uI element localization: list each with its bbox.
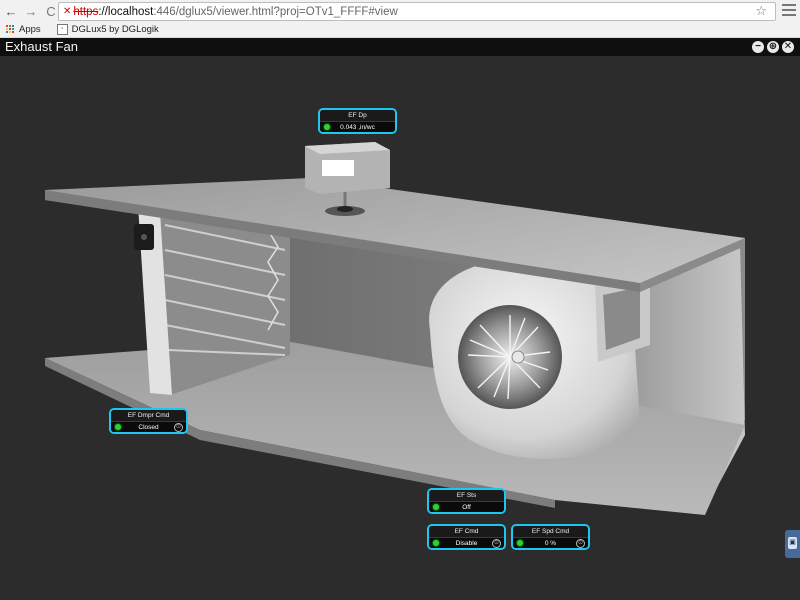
maximize-button[interactable]: ⊕	[767, 41, 779, 53]
widget-title: EF Dp	[320, 110, 395, 122]
ef-dmpr-cmd-widget[interactable]: EF Dmpr Cmd Closed ⊙	[109, 408, 188, 434]
status-led-icon	[433, 540, 439, 546]
page-icon: ▫	[56, 24, 68, 35]
widget-value: 0 %	[544, 540, 557, 547]
widget-title: EF Spd Cmd	[513, 526, 588, 538]
widget-value: Off	[462, 504, 471, 511]
app-titlebar: Exhaust Fan − ⊕ ✕	[0, 38, 800, 56]
widget-value: Disable	[455, 540, 478, 547]
ef-dp-widget[interactable]: EF Dp 0.043 ,in/wc	[318, 108, 397, 134]
url-protocol: https	[73, 5, 99, 18]
insecure-warning-icon: ✕	[63, 6, 72, 17]
bookmark-star-icon[interactable]: ☆	[755, 3, 767, 19]
address-bar[interactable]: ✕ https://localhost:446/dglux5/viewer.ht…	[58, 2, 776, 21]
url-path: :446/dglux5/viewer.html?proj=OTv1_FFFF#v…	[153, 5, 398, 18]
widget-value: Closed	[138, 424, 159, 431]
panel-icon: ▣	[788, 537, 797, 549]
widget-value: 0.043 ,in/wc	[340, 124, 375, 131]
status-led-icon	[324, 124, 330, 130]
browser-menu-button[interactable]	[782, 3, 796, 17]
back-button[interactable]: ←	[2, 2, 20, 20]
bookmark-apps[interactable]: Apps	[6, 24, 41, 35]
ef-cmd-widget[interactable]: EF Cmd Disable ⊙	[427, 524, 506, 550]
status-led-icon	[115, 424, 121, 430]
status-led-icon	[517, 540, 523, 546]
status-led-icon	[433, 504, 439, 510]
graphic-canvas: EF Dp 0.043 ,in/wc EF Dmpr Cmd Closed ⊙ …	[0, 56, 800, 600]
widget-title: EF Cmd	[429, 526, 504, 538]
page-title: Exhaust Fan	[5, 39, 78, 54]
minimize-button[interactable]: −	[752, 41, 764, 53]
exhaust-fan-illustration	[45, 142, 745, 515]
edit-icon[interactable]: ⊙	[174, 423, 183, 432]
bookmark-label: Apps	[19, 24, 41, 35]
browser-toolbar: ← → C ✕ https://localhost:446/dglux5/vie…	[0, 0, 800, 23]
bookmark-dglux[interactable]: ▫ DGLux5 by DGLogik	[56, 24, 159, 35]
apps-grid-icon	[6, 25, 15, 34]
widget-title: EF Sts	[429, 490, 504, 502]
ef-spd-cmd-widget[interactable]: EF Spd Cmd 0 % ⊙	[511, 524, 590, 550]
edit-icon[interactable]: ⊙	[576, 539, 585, 548]
widget-title: EF Dmpr Cmd	[111, 410, 186, 422]
close-button[interactable]: ✕	[782, 41, 794, 53]
bookmarks-bar: Apps ▫ DGLux5 by DGLogik	[0, 22, 800, 38]
bookmark-label: DGLux5 by DGLogik	[71, 24, 159, 35]
url-host: localhost	[107, 5, 154, 18]
side-panel-tab[interactable]: ▣	[785, 530, 800, 558]
edit-icon[interactable]: ⊙	[492, 539, 501, 548]
forward-button[interactable]: →	[22, 2, 40, 20]
ef-sts-widget[interactable]: EF Sts Off	[427, 488, 506, 514]
window-controls: − ⊕ ✕	[752, 41, 794, 53]
